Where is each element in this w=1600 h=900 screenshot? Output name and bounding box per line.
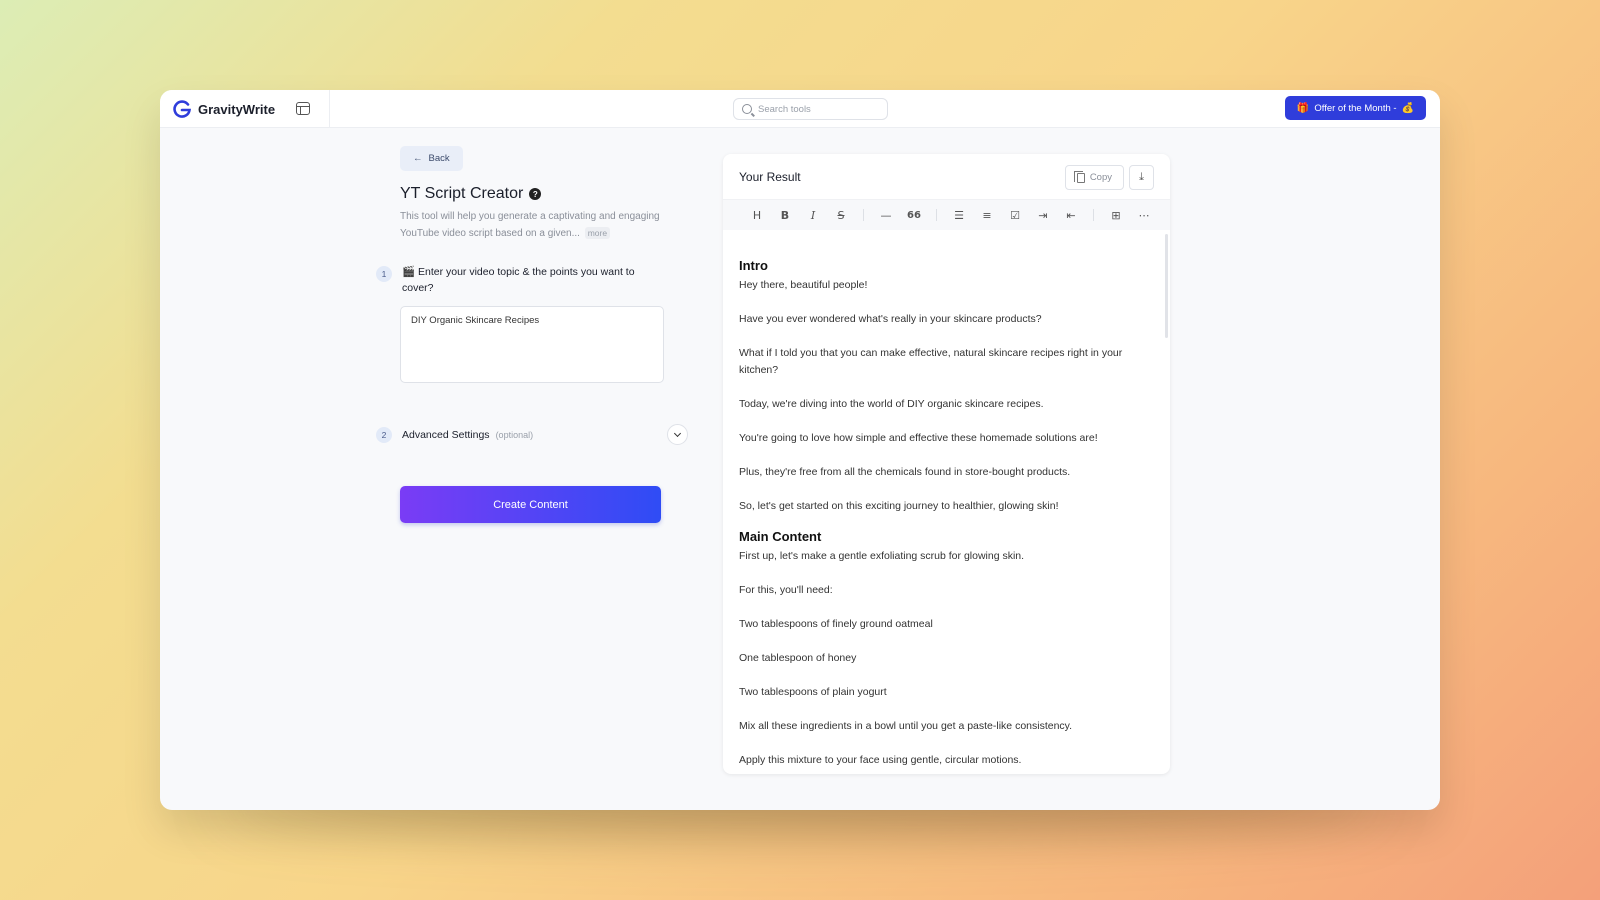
- result-header: Your Result Copy ⤓: [723, 154, 1170, 200]
- result-panel: Your Result Copy ⤓ H B I S — 66 ☰ ≡ ☑ ⇥ …: [723, 154, 1170, 774]
- copy-label: Copy: [1089, 172, 1112, 183]
- copy-button[interactable]: Copy: [1064, 165, 1124, 190]
- section-heading: Main Content: [739, 529, 822, 544]
- download-icon: ⤓: [1139, 171, 1144, 183]
- download-button[interactable]: ⤓: [1129, 165, 1154, 190]
- help-icon[interactable]: ?: [529, 188, 542, 200]
- paragraph: You're going to love how simple and effe…: [739, 432, 1098, 444]
- paragraph: First up, let's make a gentle exfoliatin…: [739, 550, 1025, 562]
- editor-toolbar: H B I S — 66 ☰ ≡ ☑ ⇥ ⇤ ⊞ ⋯: [723, 200, 1170, 230]
- top-bar: GravityWrite 🎁 Offer of the Month - 💰: [160, 90, 1440, 128]
- toolbar-divider: [936, 209, 937, 221]
- arrow-left-icon: ←: [413, 153, 423, 164]
- page-title: YT Script Creator: [400, 185, 524, 202]
- sidebar-toggle-icon[interactable]: [296, 102, 310, 115]
- strikethrough-icon[interactable]: S: [827, 209, 855, 222]
- back-button[interactable]: ← Back: [400, 146, 463, 171]
- paragraph: Mix all these ingredients in a bowl unti…: [739, 720, 1073, 732]
- step-number: 1: [376, 266, 392, 282]
- paragraph: One tablespoon of honey: [739, 652, 857, 664]
- bold-icon[interactable]: B: [771, 209, 799, 222]
- paragraph: Apply this mixture to your face using ge…: [739, 754, 1022, 766]
- gravitywrite-logo-icon: [173, 100, 191, 118]
- result-title: Your Result: [739, 170, 801, 184]
- create-content-button[interactable]: Create Content: [400, 486, 661, 523]
- offer-of-the-month-button[interactable]: 🎁 Offer of the Month - 💰: [1284, 96, 1426, 120]
- checklist-icon[interactable]: ☑: [1001, 209, 1029, 222]
- topic-input[interactable]: DIY Organic Skincare Recipes: [400, 306, 664, 383]
- ordered-list-icon[interactable]: ≡: [973, 209, 1001, 222]
- step-1: 1 🎬 Enter your video topic & the points …: [376, 264, 690, 388]
- table-icon[interactable]: ⊞: [1102, 209, 1130, 222]
- back-label: Back: [428, 153, 450, 164]
- outdent-icon[interactable]: ⇤: [1057, 209, 1085, 222]
- description-text: This tool will help you generate a capti…: [400, 211, 660, 239]
- horizontal-rule-icon[interactable]: —: [872, 209, 900, 222]
- paragraph: Two tablespoons of finely ground oatmeal: [739, 618, 933, 630]
- search-icon: [742, 104, 752, 114]
- offer-label: Offer of the Month -: [1314, 102, 1397, 114]
- bullet-list-icon[interactable]: ☰: [945, 209, 973, 222]
- paragraph: For this, you'll need:: [739, 584, 833, 596]
- advanced-settings[interactable]: 2 Advanced Settings (optional): [376, 424, 690, 446]
- tool-description: This tool will help you generate a capti…: [400, 209, 675, 242]
- toolbar-divider: [863, 209, 864, 221]
- optional-tag: (optional): [495, 430, 534, 440]
- chevron-down-icon: [673, 429, 682, 437]
- divider: [329, 90, 330, 128]
- more-link[interactable]: more: [584, 227, 611, 239]
- result-editor[interactable]: Intro Hey there, beautiful people! Have …: [723, 230, 1170, 774]
- italic-icon[interactable]: I: [799, 209, 827, 222]
- paragraph: Two tablespoons of plain yogurt: [739, 686, 887, 698]
- gift-icon: 🎁: [1296, 102, 1310, 114]
- paragraph: What if I told you that you can make eff…: [739, 347, 1123, 376]
- search-box[interactable]: [733, 98, 888, 120]
- copy-icon: [1073, 170, 1085, 183]
- money-bag-icon: 💰: [1401, 102, 1414, 114]
- app-window: GravityWrite 🎁 Offer of the Month - 💰 ← …: [160, 90, 1440, 810]
- advanced-settings-label: Advanced Settings: [402, 429, 490, 441]
- indent-icon[interactable]: ⇥: [1029, 209, 1057, 222]
- paragraph: Today, we're diving into the world of DI…: [739, 398, 1044, 410]
- topic-label: 🎬 Enter your video topic & the points yo…: [402, 266, 635, 294]
- more-options-icon[interactable]: ⋯: [1130, 209, 1158, 222]
- quote-icon[interactable]: 66: [900, 210, 928, 221]
- expand-advanced-button[interactable]: [667, 424, 688, 445]
- search-input[interactable]: [758, 103, 878, 115]
- heading-icon[interactable]: H: [743, 209, 771, 222]
- toolbar-divider: [1093, 209, 1094, 221]
- paragraph: Plus, they're free from all the chemical…: [739, 466, 1071, 478]
- paragraph: Have you ever wondered what's really in …: [739, 313, 1042, 325]
- step-number: 2: [376, 427, 392, 443]
- paragraph: So, let's get started on this exciting j…: [739, 500, 1059, 512]
- brand[interactable]: GravityWrite: [172, 90, 275, 128]
- paragraph: Hey there, beautiful people!: [739, 279, 868, 291]
- tool-form: ← Back YT Script Creator ? This tool wil…: [376, 146, 690, 523]
- brand-name: GravityWrite: [198, 101, 276, 117]
- section-heading: Intro: [739, 258, 768, 273]
